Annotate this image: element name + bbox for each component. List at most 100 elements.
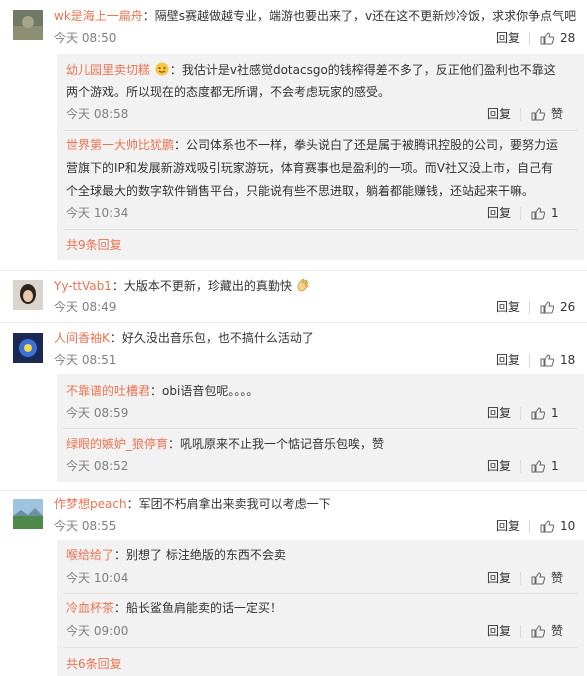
divider	[0, 322, 587, 323]
clap-emoji-icon	[296, 278, 310, 292]
like-button[interactable]: 28	[540, 31, 575, 45]
divider	[520, 460, 521, 473]
divider	[529, 354, 530, 367]
comment-time: 今天 08:49	[54, 300, 117, 314]
divider	[520, 407, 521, 420]
comment-username[interactable]: 作梦想peach	[54, 497, 127, 511]
reply-button[interactable]: 回复	[496, 300, 520, 314]
reply-username[interactable]: 绿眼的嫉妒_狼停育	[66, 437, 168, 451]
reply-body: 世界第一大帅比犹鹏：公司体系也不一样，拳头说白了还是属于被腾讯控股的公司，要努力…	[66, 138, 559, 152]
like-button[interactable]: 18	[540, 353, 575, 367]
thumbs-up-icon	[531, 206, 545, 219]
thumbs-up-icon	[540, 300, 554, 313]
reply-text: 公司体系也不一样，拳头说白了还是属于被腾讯控股的公司，要努力运	[186, 138, 559, 152]
reply-button[interactable]: 回复	[487, 406, 511, 420]
divider	[63, 647, 578, 648]
thumbs-up-icon	[531, 459, 545, 472]
like-count: 赞	[551, 624, 564, 638]
reply-body: 幼儿园里卖切糕 ：我估计是v社感觉dotacsgo的钱榨得差不多了，反正他们盈利…	[66, 62, 556, 77]
reply-username[interactable]: 幼儿园里卖切糕	[66, 63, 150, 77]
like-count: 28	[560, 31, 576, 45]
divider	[529, 520, 530, 533]
comment-time: 今天 08:55	[54, 519, 117, 533]
comment-text: 军团不朽肩拿出来卖我可以考虑一下	[138, 497, 331, 511]
emoji-icon	[154, 62, 170, 76]
reply-time: 今天 08:52	[66, 459, 129, 473]
like-button[interactable]: 1	[531, 406, 559, 420]
like-count: 赞	[551, 107, 564, 121]
like-count: 1	[551, 406, 559, 420]
reply-button[interactable]: 回复	[487, 107, 511, 121]
reply-button[interactable]: 回复	[487, 206, 511, 220]
comment-text: 好久没出音乐包，也不搞什么活动了	[121, 331, 314, 345]
divider	[520, 207, 521, 220]
avatar[interactable]	[13, 280, 43, 310]
reply-button[interactable]: 回复	[487, 571, 511, 585]
reply-button[interactable]: 回复	[487, 459, 511, 473]
comment-time: 今天 08:50	[54, 31, 117, 45]
like-button[interactable]: 26	[540, 300, 575, 314]
avatar[interactable]	[13, 10, 43, 40]
reply-time: 今天 10:04	[66, 571, 129, 585]
thumbs-up-icon	[531, 107, 545, 120]
divider	[63, 428, 578, 429]
reply-time: 今天 08:59	[66, 406, 129, 420]
like-button[interactable]: 赞	[531, 107, 563, 121]
divider	[529, 301, 530, 314]
reply-text: 吼吼原来不止我一个惦记音乐包唉，赞	[180, 437, 385, 451]
thumbs-up-icon	[531, 624, 545, 637]
like-button[interactable]: 1	[531, 206, 559, 220]
comment-body: 人间香袖K：好久没出音乐包，也不搞什么活动了	[54, 331, 314, 345]
divider	[520, 108, 521, 121]
reply-body: 绿眼的嫉妒_狼停育：吼吼原来不止我一个惦记音乐包唉，赞	[66, 437, 385, 451]
divider	[63, 593, 578, 594]
divider	[0, 490, 587, 491]
reply-button[interactable]: 回复	[496, 31, 520, 45]
divider	[520, 572, 521, 585]
comment-username[interactable]: wk是海上一扁舟	[54, 9, 143, 23]
divider	[63, 130, 578, 131]
comment-username[interactable]: Yy-ttVab1	[54, 279, 112, 293]
reply-username[interactable]: 世界第一大帅比犹鹏	[66, 138, 174, 152]
reply-list: 不靠谱的吐槽君：obi语音包呢。。。。 今天 08:59 回复 1 绿眼的嫉妒_…	[57, 374, 584, 482]
like-count: 1	[551, 459, 559, 473]
more-replies-link[interactable]: 共9条回复	[66, 238, 122, 252]
divider	[63, 229, 578, 230]
thumbs-up-icon	[540, 353, 554, 366]
thumbs-up-icon	[531, 406, 545, 419]
comment-text: 大版本不更新，珍藏出的真勤快	[123, 279, 292, 293]
reply-button[interactable]: 回复	[496, 519, 520, 533]
reply-text: 营旗下的IP和发展新游戏吸引玩家游玩，体育赛事也是盈利的一项。而V社又没上市，自…	[66, 161, 553, 175]
avatar[interactable]	[13, 333, 43, 363]
like-button[interactable]: 赞	[531, 571, 563, 585]
thumbs-up-icon	[531, 571, 545, 584]
reply-body: 喉给给了：别想了 标注绝版的东西不会卖	[66, 548, 286, 562]
reply-text: 我估计是v社感觉dotacsgo的钱榨得差不多了，反正他们盈利也不靠这	[181, 63, 556, 77]
like-count: 赞	[551, 571, 564, 585]
reply-time: 今天 10:34	[66, 206, 129, 220]
reply-button[interactable]: 回复	[496, 353, 520, 367]
avatar[interactable]	[13, 499, 43, 529]
reply-button[interactable]: 回复	[487, 624, 511, 638]
reply-username[interactable]: 冷血杯茶	[66, 601, 114, 615]
divider	[520, 625, 521, 638]
more-replies-link[interactable]: 共6条回复	[66, 657, 122, 671]
reply-username[interactable]: 不靠谱的吐槽君	[66, 384, 150, 398]
thumbs-up-icon	[540, 519, 554, 532]
comment-text: 隔壁s赛越做越专业，端游也要出来了，v还在这不更新炒冷饭，求求你争点气吧	[154, 9, 577, 23]
divider	[0, 270, 587, 271]
like-button[interactable]: 1	[531, 459, 559, 473]
like-count: 18	[560, 353, 576, 367]
comment-username[interactable]: 人间香袖K	[54, 331, 110, 345]
reply-list: 喉给给了：别想了 标注绝版的东西不会卖 今天 10:04 回复 赞 冷血杯茶：船…	[57, 540, 584, 676]
like-button[interactable]: 10	[540, 519, 575, 533]
like-count: 26	[560, 300, 576, 314]
reply-text: 个全球最大的数字软件销售平台，只能说有些不思进取，躺着都能赚钱，还站起来干嘛。	[66, 184, 535, 198]
comment-body: wk是海上一扁舟：隔壁s赛越做越专业，端游也要出来了，v还在这不更新炒冷饭，求求…	[54, 9, 577, 23]
comment-body: Yy-ttVab1：大版本不更新，珍藏出的真勤快	[54, 278, 310, 293]
reply-username[interactable]: 喉给给了	[66, 548, 114, 562]
reply-text: 船长鲨鱼肩能卖的话一定买！	[126, 601, 283, 615]
reply-text: 别想了 标注绝版的东西不会卖	[126, 548, 286, 562]
like-button[interactable]: 赞	[531, 624, 563, 638]
reply-text: 两个游戏。所以现在的态度都无所谓，不会考虑玩家的感受。	[66, 85, 391, 99]
